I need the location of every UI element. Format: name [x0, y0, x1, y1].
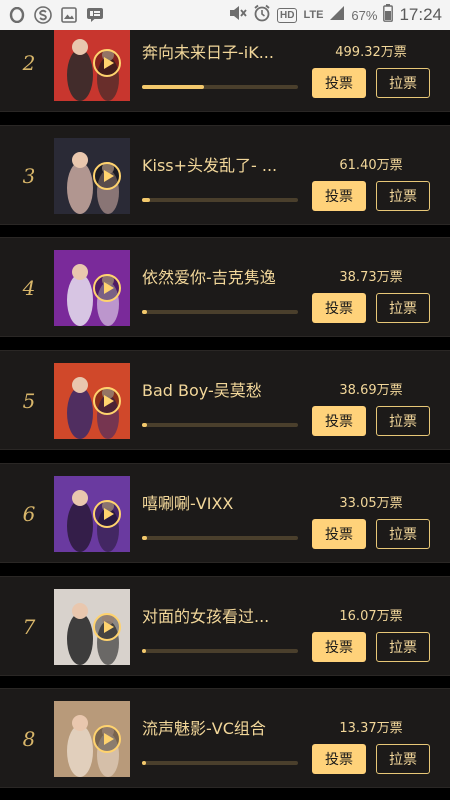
pull-vote-button[interactable]: 拉票	[376, 293, 430, 324]
pull-vote-button[interactable]: 拉票	[376, 631, 430, 662]
vote-count: 13.37万票	[339, 721, 403, 737]
vote-progress-fill	[142, 761, 146, 766]
thumbnail-image[interactable]	[54, 137, 130, 214]
pull-vote-button[interactable]: 拉票	[376, 518, 430, 549]
vote-count: 61.40万票	[339, 157, 403, 173]
signal-icon	[329, 5, 345, 25]
rank-number: 6	[22, 501, 36, 526]
status-bar: HD LTE 67% 17:24	[0, 0, 450, 30]
gallery-icon	[60, 6, 78, 24]
vote-progress-fill	[142, 197, 150, 202]
hd-voice-badge: HD	[277, 7, 298, 23]
list-item: 4 依然爱你-吉克隽逸 38.73万票 投票 拉票	[0, 237, 450, 338]
mute-icon	[229, 5, 247, 25]
pull-vote-button[interactable]: 拉票	[376, 406, 430, 437]
play-icon[interactable]	[93, 499, 121, 528]
pull-vote-button[interactable]: 拉票	[376, 68, 430, 98]
vote-progress-bar	[142, 648, 298, 653]
vote-count: 33.05万票	[339, 495, 403, 511]
song-title: 嘻唰唰-VIXX	[142, 493, 234, 513]
battery-icon	[383, 4, 394, 26]
rank-number: 8	[22, 727, 36, 752]
vote-button[interactable]: 投票	[312, 180, 366, 211]
rank-number: 3	[22, 163, 36, 188]
list-item: 7 对面的女孩看过... 16.07万票 投票 拉票	[0, 575, 450, 676]
vote-progress-fill	[142, 310, 148, 315]
song-title: 依然爱你-吉克隽逸	[142, 268, 276, 288]
list-item: 5 Bad Boy-吴莫愁 38.69万票 投票 拉票	[0, 350, 450, 451]
play-icon[interactable]	[93, 49, 121, 77]
vote-button[interactable]: 投票	[312, 406, 366, 437]
rank-number: 2	[22, 51, 36, 75]
list-item: 3 Kiss+头发乱了- ... 61.40万票 投票 拉票	[0, 124, 450, 225]
vote-progress-fill	[142, 535, 147, 540]
vote-button[interactable]: 投票	[312, 68, 366, 98]
vote-progress-bar	[142, 310, 298, 315]
pull-vote-button[interactable]: 拉票	[376, 180, 430, 211]
play-icon[interactable]	[93, 387, 121, 416]
vote-progress-fill	[142, 85, 205, 89]
list-item: 6 嘻唰唰-VIXX 33.05万票 投票 拉票	[0, 462, 450, 563]
clock: 17:24	[399, 5, 442, 24]
vote-button[interactable]: 投票	[312, 631, 366, 662]
play-icon[interactable]	[93, 725, 121, 754]
song-title: 流声魅影-VC组合	[142, 719, 266, 739]
message-icon	[86, 6, 104, 24]
alarm-icon	[253, 4, 271, 26]
thumbnail-image[interactable]	[54, 475, 130, 552]
play-icon[interactable]	[93, 161, 121, 190]
rank-number: 4	[22, 276, 36, 301]
vote-progress-fill	[142, 423, 148, 428]
thumbnail-image[interactable]	[54, 250, 130, 327]
vote-progress-bar	[142, 423, 298, 428]
play-icon[interactable]	[93, 612, 121, 641]
song-title: 对面的女孩看过...	[142, 606, 270, 626]
vote-count: 38.73万票	[339, 270, 403, 286]
thumbnail-image[interactable]	[54, 588, 130, 665]
vote-button[interactable]: 投票	[312, 293, 366, 324]
vote-count: 16.07万票	[339, 608, 403, 624]
lte-indicator: LTE	[303, 9, 324, 21]
list-item: 8 流声魅影-VC组合 13.37万票 投票 拉票	[0, 688, 450, 789]
vote-count: 38.69万票	[339, 383, 403, 399]
opera-icon	[8, 6, 26, 24]
vote-count: 499.32万票	[335, 45, 407, 60]
vote-progress-bar	[142, 85, 298, 89]
s-browser-icon	[34, 6, 52, 24]
thumbnail-image[interactable]	[54, 363, 130, 440]
vote-progress-bar	[142, 761, 298, 766]
pull-vote-button[interactable]: 拉票	[376, 744, 430, 775]
vote-progress-bar	[142, 535, 298, 540]
vote-button[interactable]: 投票	[312, 744, 366, 775]
vote-progress-bar	[142, 197, 298, 202]
battery-percent: 67%	[351, 7, 378, 23]
rank-number: 7	[22, 614, 36, 639]
song-title: Bad Boy-吴莫愁	[142, 381, 262, 401]
song-title: 奔向未来日子-iK...	[142, 43, 274, 62]
rank-number: 5	[22, 389, 36, 414]
thumbnail-image[interactable]	[54, 25, 130, 101]
vote-button[interactable]: 投票	[312, 518, 366, 549]
thumbnail-image[interactable]	[54, 701, 130, 778]
song-title: Kiss+头发乱了- ...	[142, 155, 278, 175]
vote-progress-fill	[142, 648, 146, 653]
